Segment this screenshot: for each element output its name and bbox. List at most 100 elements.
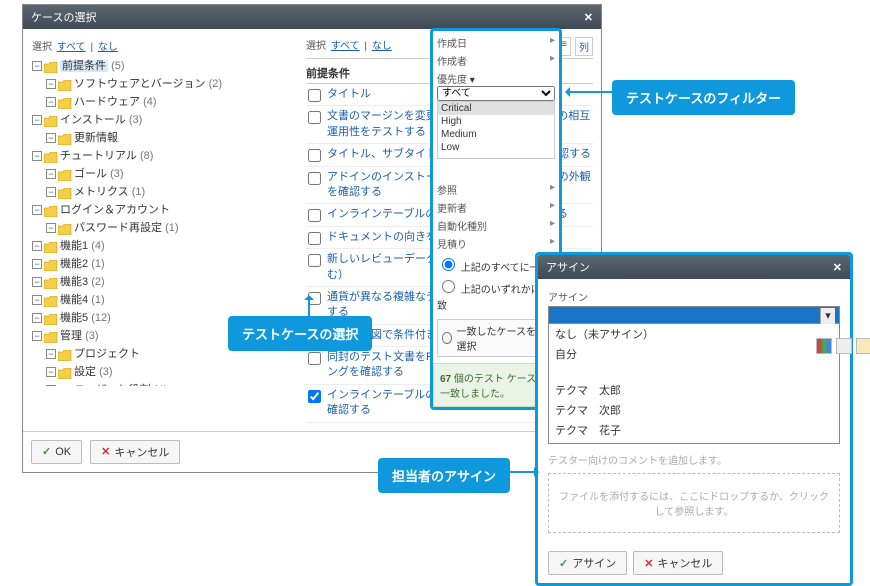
- tree-node[interactable]: −インストール (3)−更新情報: [32, 111, 295, 147]
- toggle-icon[interactable]: −: [46, 385, 56, 387]
- case-checkbox[interactable]: [308, 209, 321, 222]
- folder-icon: [58, 187, 72, 198]
- toggle-icon[interactable]: −: [32, 151, 42, 161]
- folder-icon: [44, 313, 58, 324]
- folder-icon: [58, 349, 72, 360]
- folder-icon: [58, 385, 72, 387]
- priority-option[interactable]: Critical: [438, 102, 554, 115]
- toggle-icon[interactable]: −: [32, 259, 42, 269]
- toggle-icon[interactable]: −: [32, 313, 42, 323]
- folder-icon: [44, 259, 58, 270]
- toggle-icon[interactable]: −: [32, 205, 42, 215]
- tree-node[interactable]: −設定 (3): [46, 363, 295, 381]
- folder-icon: [44, 115, 58, 126]
- tree-select-bar: 選択 すべて | なし: [32, 38, 295, 53]
- tree-node[interactable]: −更新情報: [46, 129, 295, 147]
- tree-node[interactable]: −機能2 (1): [32, 255, 295, 273]
- tree-node[interactable]: −ゴール (3): [46, 165, 295, 183]
- cancel-button[interactable]: キャンセル: [90, 440, 180, 464]
- assign-option[interactable]: テクマ 花子: [549, 420, 839, 440]
- case-checkbox[interactable]: [308, 111, 321, 124]
- assign-dropzone[interactable]: ファイルを添付するには、ここにドロップするか、クリックして参照します。: [548, 473, 840, 533]
- priority-option[interactable]: Low: [438, 141, 554, 154]
- assign-option[interactable]: なし（未アサイン）: [549, 324, 839, 344]
- assign-title: アサイン: [546, 259, 590, 275]
- tree-node[interactable]: −機能3 (2): [32, 273, 295, 291]
- assign-select[interactable]: なし（未アサイン）自分 テクマ 太郎テクマ 次郎テクマ 花子山田 五郎鈴木 一郎: [548, 306, 840, 444]
- folder-icon: [44, 277, 58, 288]
- ok-button[interactable]: OK: [31, 440, 82, 464]
- filter-ref[interactable]: 参照: [437, 186, 457, 197]
- assign-dialog: アサイン ✕ アサイン なし（未アサイン）自分 テクマ 太郎テクマ 次郎テクマ …: [535, 252, 853, 586]
- assign-ok-button[interactable]: アサイン: [548, 551, 627, 575]
- filter-est[interactable]: 見積り: [437, 240, 467, 251]
- callout-filter: テストケースのフィルター: [612, 80, 795, 115]
- toggle-icon[interactable]: −: [32, 61, 42, 71]
- tree-node[interactable]: −ユーザーと役割 (4)−パーミッション (5)−グループ (4): [46, 381, 295, 387]
- assign-option[interactable]: 自分: [549, 344, 839, 364]
- filter-priority-all[interactable]: すべて: [437, 86, 555, 101]
- toggle-icon[interactable]: −: [32, 331, 42, 341]
- toggle-icon[interactable]: −: [46, 367, 56, 377]
- assign-option[interactable]: [549, 364, 839, 380]
- folder-icon: [58, 367, 72, 378]
- priority-option[interactable]: High: [438, 115, 554, 128]
- toggle-icon[interactable]: −: [46, 169, 56, 179]
- toggle-icon[interactable]: −: [46, 79, 56, 89]
- case-checkbox[interactable]: [308, 172, 321, 185]
- filter-created[interactable]: 作成日: [437, 39, 467, 50]
- layout-icon-1[interactable]: [816, 338, 832, 354]
- tree-select-all[interactable]: すべて: [57, 42, 86, 53]
- case-checkbox[interactable]: [308, 232, 321, 245]
- tree-node[interactable]: −機能4 (1): [32, 291, 295, 309]
- case-check-all[interactable]: [308, 89, 321, 102]
- tree-select-none[interactable]: なし: [98, 42, 118, 53]
- tree-node[interactable]: −機能1 (4): [32, 237, 295, 255]
- folder-icon: [58, 79, 72, 90]
- callout-select: テストケースの選択: [228, 316, 372, 351]
- toggle-icon[interactable]: −: [32, 241, 42, 251]
- filter-priority-list[interactable]: CriticalHighMediumLow: [437, 101, 555, 159]
- tree-node[interactable]: −前提条件 (5)−ソフトウェアとバージョン (2)−ハードウェア (4): [32, 57, 295, 111]
- tree-node[interactable]: −チュートリアル (8)−ゴール (3)−メトリクス (1): [32, 147, 295, 201]
- tree-node[interactable]: −ソフトウェアとバージョン (2): [46, 75, 295, 93]
- toggle-icon[interactable]: −: [46, 349, 56, 359]
- layout-icon-3[interactable]: [856, 338, 870, 354]
- toggle-icon[interactable]: −: [46, 97, 56, 107]
- case-checkbox[interactable]: [308, 390, 321, 403]
- toggle-icon[interactable]: −: [46, 133, 56, 143]
- assign-close-icon[interactable]: ✕: [833, 261, 842, 274]
- case-checkbox[interactable]: [308, 352, 321, 365]
- tree-node[interactable]: −メトリクス (1): [46, 183, 295, 201]
- priority-option[interactable]: Medium: [438, 128, 554, 141]
- assign-option[interactable]: テクマ 次郎: [549, 400, 839, 420]
- toggle-icon[interactable]: −: [32, 277, 42, 287]
- assign-titlebar[interactable]: アサイン ✕: [538, 255, 850, 279]
- assign-option[interactable]: テクマ 太郎: [549, 380, 839, 400]
- filter-upd[interactable]: 更新者: [437, 204, 467, 215]
- view-toggle: ≡ 列: [557, 37, 593, 56]
- filter-priority-label: 優先度: [437, 75, 467, 86]
- dialog-titlebar[interactable]: ケースの選択 ✕: [23, 5, 601, 29]
- case-checkbox[interactable]: [308, 149, 321, 162]
- toggle-icon[interactable]: −: [46, 187, 56, 197]
- layout-icon-2[interactable]: [836, 338, 852, 354]
- filter-creator[interactable]: 作成者: [437, 57, 467, 68]
- folder-icon: [44, 205, 58, 216]
- filter-auto[interactable]: 自動化種別: [437, 222, 487, 233]
- toggle-icon[interactable]: −: [32, 295, 42, 305]
- folder-icon: [44, 61, 58, 72]
- assign-cancel-button[interactable]: キャンセル: [633, 551, 723, 575]
- case-select-all[interactable]: すべて: [331, 41, 360, 52]
- view-columns-icon[interactable]: 列: [575, 37, 593, 56]
- tree-node[interactable]: −ハードウェア (4): [46, 93, 295, 111]
- toggle-icon[interactable]: −: [46, 223, 56, 233]
- tree-node[interactable]: −ログイン＆アカウント−パスワード再設定 (1): [32, 201, 295, 237]
- folder-icon: [58, 223, 72, 234]
- close-icon[interactable]: ✕: [584, 11, 593, 24]
- case-select-none[interactable]: なし: [372, 41, 392, 52]
- tree-node[interactable]: −パスワード再設定 (1): [46, 219, 295, 237]
- assign-option[interactable]: 山田 五郎: [549, 440, 839, 444]
- case-checkbox[interactable]: [308, 254, 321, 267]
- toggle-icon[interactable]: −: [32, 115, 42, 125]
